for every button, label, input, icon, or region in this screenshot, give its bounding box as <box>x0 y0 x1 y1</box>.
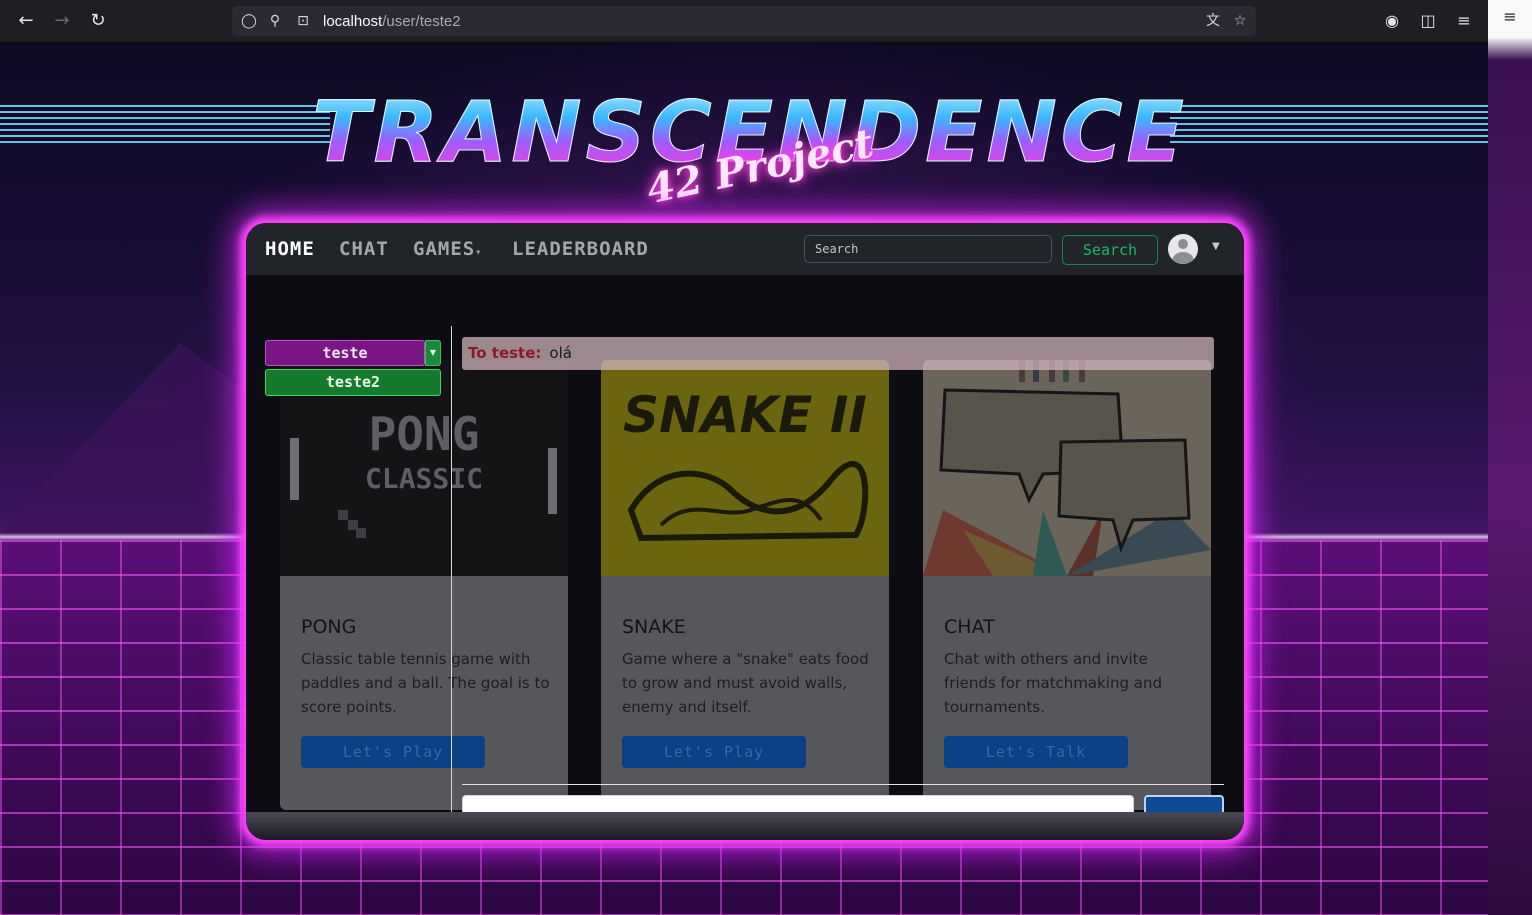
panel-footer <box>246 812 1244 840</box>
browser-toolbar: ← → ↻ ◯ ⚲ ⊡ localhost/user/teste2 文 ☆ ◉ … <box>0 0 1488 43</box>
play-pong-button[interactable]: Let's Play <box>301 736 485 768</box>
nav-leaderboard[interactable]: LEADERBOARD <box>512 238 649 260</box>
chat-user-option[interactable]: teste2 <box>265 369 441 396</box>
card-description: Chat with others and invite friends for … <box>944 650 1162 716</box>
snake-image: SNAKE II <box>601 360 889 576</box>
url-host: localhost <box>323 13 383 30</box>
card-title: PONG <box>301 616 357 638</box>
top-navbar: HOME CHAT GAMES▾ LEADERBOARD Search Sear… <box>246 223 1244 275</box>
menu-icon[interactable]: ≡ <box>1452 9 1476 33</box>
chat-bubbles-image <box>923 360 1211 576</box>
talk-button[interactable]: Let's Talk <box>944 736 1128 768</box>
chevron-down-icon[interactable]: ▼ <box>1212 241 1220 252</box>
lock-icon[interactable]: ⚲ <box>266 12 284 30</box>
chat-active-user-tab[interactable]: teste <box>265 340 425 366</box>
chat-message-recipient: To teste: <box>468 344 542 362</box>
chat-user-dropdown-toggle[interactable]: ▼ <box>425 340 441 366</box>
url-path: /user/teste2 <box>382 13 461 30</box>
chat-divider <box>451 326 452 840</box>
logo-stripes-left <box>0 105 330 145</box>
search-input[interactable]: Search <box>804 235 1052 263</box>
card-snake: SNAKE II SNAKE Game where a "snake" eats… <box>601 360 889 810</box>
address-bar[interactable]: ◯ ⚲ ⊡ localhost/user/teste2 文 ☆ <box>232 6 1256 36</box>
extensions-icon[interactable]: ◫ <box>1416 9 1440 33</box>
play-snake-button[interactable]: Let's Play <box>622 736 806 768</box>
reload-icon[interactable]: ↻ <box>86 9 110 33</box>
card-description: Classic table tennis game with paddles a… <box>301 650 550 716</box>
main-panel: HOME CHAT GAMES▾ LEADERBOARD Search Sear… <box>246 223 1244 840</box>
account-icon[interactable]: ◉ <box>1380 9 1404 33</box>
chat-separator <box>462 784 1224 785</box>
card-title: CHAT <box>944 616 995 638</box>
nav-home[interactable]: HOME <box>265 238 315 260</box>
forward-arrow-icon[interactable]: → <box>50 9 74 33</box>
key-icon[interactable]: ⊡ <box>294 12 312 30</box>
chevron-down-icon: ▾ <box>475 247 483 258</box>
sidebar-menu-icon[interactable]: ≡ <box>1502 8 1518 26</box>
star-icon[interactable]: ☆ <box>1231 12 1249 30</box>
avatar-body-icon <box>1172 252 1194 264</box>
search-button[interactable]: Search <box>1062 235 1158 265</box>
nav-games-label: GAMES <box>413 238 476 260</box>
pong-title-text: PONG <box>369 407 480 461</box>
card-title: SNAKE <box>622 616 686 638</box>
side-panel: ≡ <box>1488 0 1532 915</box>
card-pong: PONG CLASSIC PONG Classic table tennis g… <box>280 360 568 810</box>
avatar[interactable] <box>1168 234 1198 264</box>
shield-icon[interactable]: ◯ <box>240 12 258 30</box>
avatar-head-icon <box>1178 239 1188 249</box>
snake-title-text: SNAKE II <box>623 386 867 444</box>
card-chat: CHAT Chat with others and invite friends… <box>923 360 1211 810</box>
pong-subtitle-text: CLASSIC <box>365 462 483 495</box>
back-arrow-icon[interactable]: ← <box>14 9 38 33</box>
card-description: Game where a "snake" eats food to grow a… <box>622 650 869 716</box>
translate-icon[interactable]: 文 <box>1204 12 1222 30</box>
url-text[interactable]: localhost/user/teste2 <box>323 13 461 30</box>
chat-message: To teste: olá <box>462 337 1214 370</box>
chevron-down-icon: ▼ <box>429 348 437 357</box>
chat-message-text: olá <box>549 344 572 362</box>
logo-stripes-right <box>1170 105 1488 145</box>
nav-games[interactable]: GAMES▾ <box>413 238 482 260</box>
nav-chat[interactable]: CHAT <box>339 238 389 260</box>
